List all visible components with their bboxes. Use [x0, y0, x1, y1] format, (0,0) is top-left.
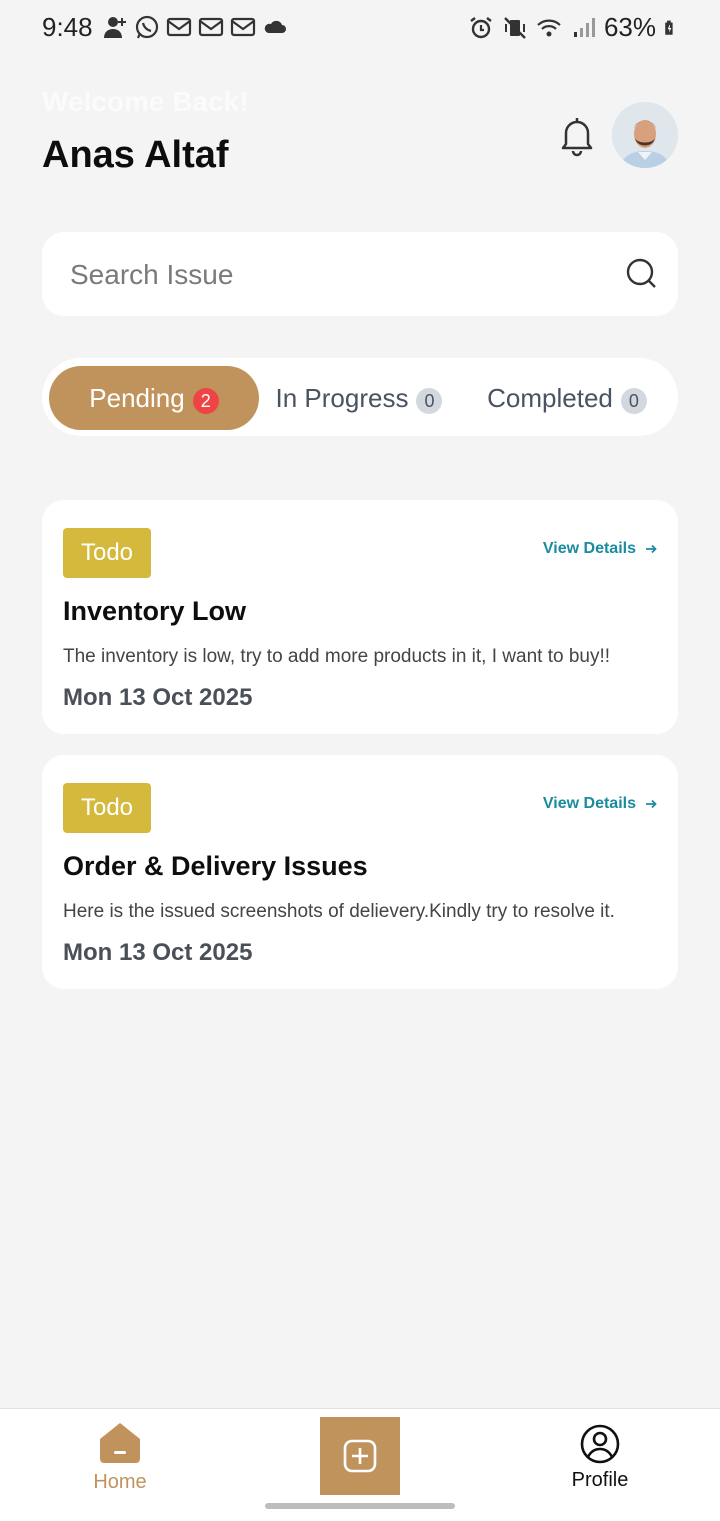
gmail-icon	[198, 17, 224, 37]
issue-card: Todo View Details Inventory Low The inve…	[42, 500, 678, 734]
plus-square-icon	[343, 1439, 377, 1473]
tab-label: In Progress	[275, 382, 409, 413]
arrow-right-icon	[646, 799, 657, 809]
cloud-icon	[264, 20, 286, 33]
status-badge: Todo	[63, 528, 151, 578]
nav-home-label: Home	[93, 1471, 147, 1493]
user-name: Anas Altaf	[42, 134, 229, 176]
search-input[interactable]	[68, 250, 612, 300]
battery-icon	[665, 20, 673, 35]
battery-percent: 63%	[603, 12, 656, 42]
issue-title: Inventory Low	[63, 596, 247, 626]
tab-label: Pending	[89, 382, 185, 413]
avatar[interactable]	[612, 102, 678, 168]
tab-in-progress[interactable]: In Progress 0	[264, 366, 454, 430]
status-tabs: Pending 2 In Progress 0 Completed 0	[42, 358, 678, 436]
welcome-text: Welcome Back!	[42, 86, 249, 117]
add-contact-icon	[104, 17, 126, 38]
nav-home[interactable]: Home	[60, 1409, 180, 1521]
view-details-label: View Details	[542, 795, 636, 812]
search-box	[42, 232, 678, 316]
add-issue-button[interactable]	[320, 1417, 400, 1495]
system-icons: 63%	[468, 12, 680, 43]
issue-date: Mon 13 Oct 2025	[63, 939, 253, 966]
issue-description: The inventory is low, try to add more pr…	[63, 646, 611, 667]
nav-profile-label: Profile	[571, 1469, 629, 1491]
status-bar: 9:48 63%	[0, 0, 720, 56]
status-badge: Todo	[63, 783, 151, 833]
view-details-link[interactable]: View Details	[543, 540, 658, 558]
tab-completed[interactable]: Completed 0	[472, 366, 662, 430]
tab-count-badge: 0	[620, 388, 647, 414]
status-time: 9:48	[42, 12, 93, 42]
gmail-icon	[230, 17, 256, 37]
wifi-icon	[537, 19, 561, 36]
gmail-icon	[166, 17, 192, 37]
avatar-image	[612, 102, 678, 168]
issue-description: Here is the issued screenshots of deliev…	[63, 901, 615, 922]
home-icon	[100, 1423, 140, 1463]
vibrate-off-icon	[504, 16, 526, 39]
notification-icons	[102, 14, 288, 40]
issue-date: Mon 13 Oct 2025	[63, 684, 253, 711]
tab-count-badge: 2	[192, 388, 219, 414]
bell-icon[interactable]	[556, 114, 598, 158]
tab-label: Completed	[487, 382, 613, 413]
signal-icon	[573, 17, 595, 37]
user-circle-icon	[580, 1424, 620, 1464]
whatsapp-icon	[135, 15, 159, 39]
issue-card: Todo View Details Order & Delivery Issue…	[42, 755, 678, 989]
home-indicator[interactable]	[265, 1503, 455, 1509]
tab-count-badge: 0	[416, 388, 443, 414]
tab-pending[interactable]: Pending 2	[49, 366, 259, 430]
view-details-label: View Details	[542, 540, 636, 557]
search-icon[interactable]	[626, 258, 658, 290]
arrow-right-icon	[646, 544, 657, 554]
alarm-icon	[470, 16, 492, 38]
nav-profile[interactable]: Profile	[540, 1409, 660, 1521]
view-details-link[interactable]: View Details	[543, 795, 658, 813]
issue-title: Order & Delivery Issues	[63, 851, 368, 881]
